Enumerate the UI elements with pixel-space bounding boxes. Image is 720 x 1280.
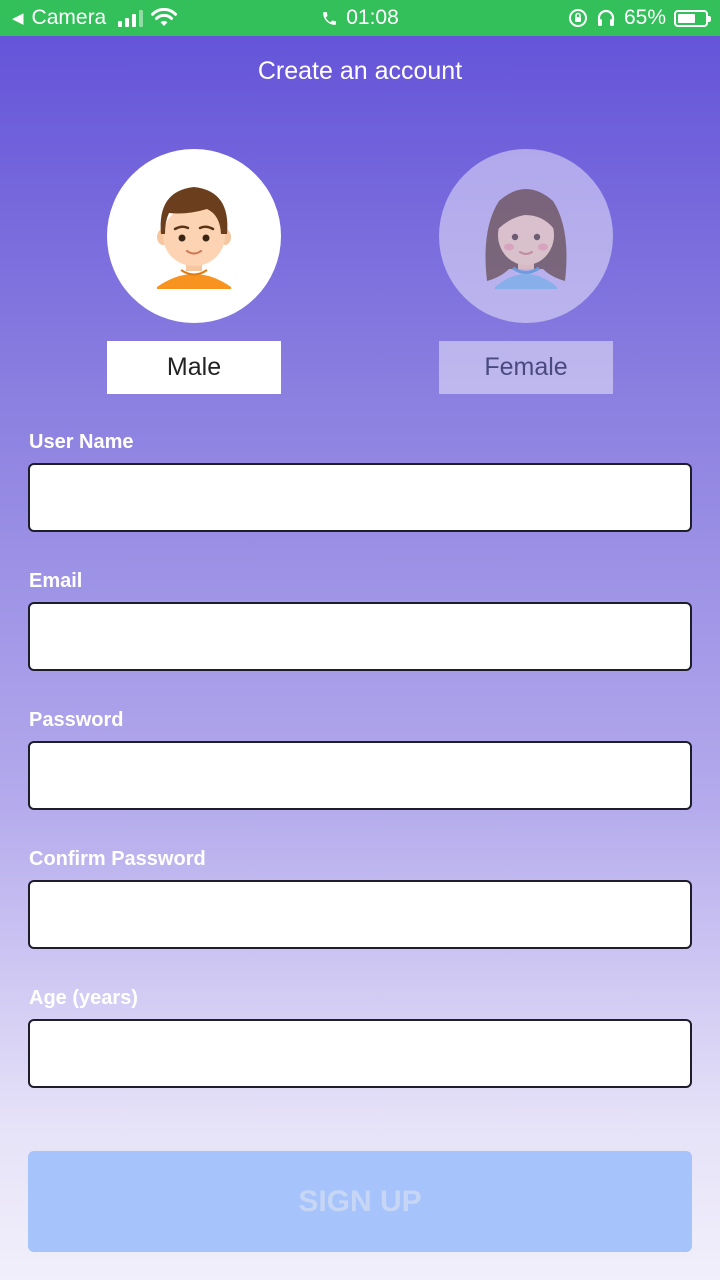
- confirm-password-label: Confirm Password: [29, 848, 206, 870]
- username-label: User Name: [29, 431, 134, 453]
- back-arrow-icon[interactable]: ◀: [12, 9, 24, 27]
- battery-icon: [674, 9, 711, 27]
- male-avatar[interactable]: [107, 149, 281, 323]
- cellular-signal-icon: [118, 9, 144, 27]
- battery-percent: 65%: [623, 6, 666, 29]
- phone-call-icon: [323, 11, 337, 25]
- female-button[interactable]: Female: [439, 341, 613, 394]
- age-input[interactable]: [28, 1019, 692, 1088]
- status-bar: ◀ Camera 01:08 65%: [0, 0, 720, 36]
- signup-screen: ◀ Camera 01:08 65% Create an account Mal…: [0, 0, 720, 1280]
- confirm-password-input[interactable]: [28, 880, 692, 949]
- wifi-icon: [151, 8, 178, 26]
- status-time: 01:08: [346, 6, 399, 29]
- back-app-label[interactable]: Camera: [32, 6, 107, 30]
- boy-avatar-icon: [157, 187, 231, 289]
- signup-button[interactable]: SIGN UP: [28, 1151, 692, 1252]
- rotation-lock-icon: [568, 9, 587, 27]
- password-input[interactable]: [28, 741, 692, 810]
- girl-avatar-icon: [485, 189, 567, 289]
- page-title: Create an account: [257, 57, 463, 85]
- email-label: Email: [29, 570, 83, 592]
- female-avatar[interactable]: [439, 149, 613, 323]
- age-label: Age (years): [29, 987, 138, 1009]
- male-button[interactable]: Male: [107, 341, 281, 394]
- headphones-icon: [597, 9, 615, 26]
- username-input[interactable]: [28, 463, 692, 532]
- password-label: Password: [29, 709, 124, 731]
- email-input[interactable]: [28, 602, 692, 671]
